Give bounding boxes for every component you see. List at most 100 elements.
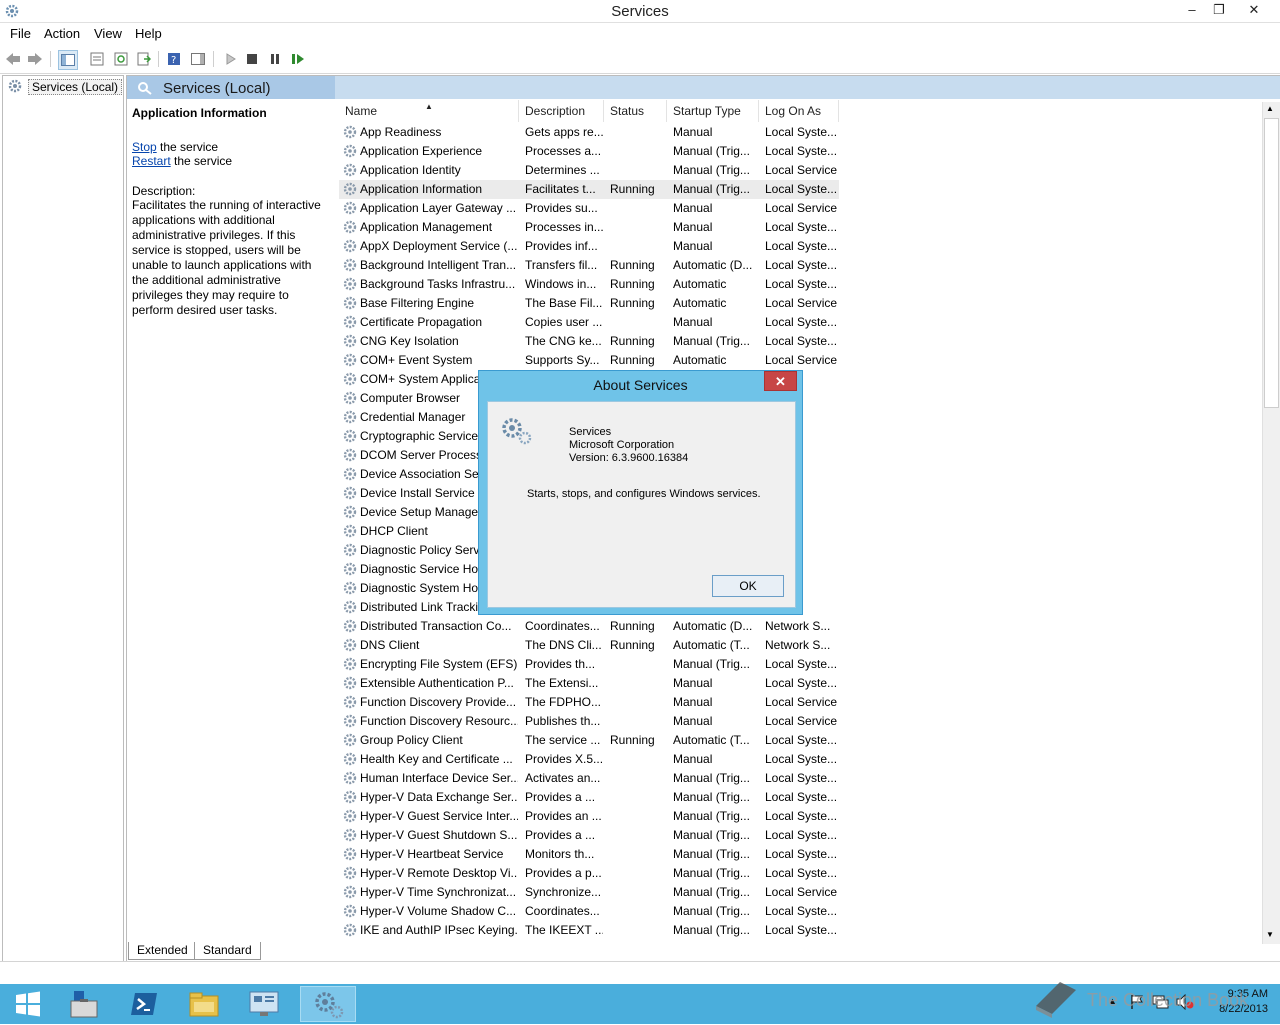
table-row[interactable]: AppX Deployment Service (... Provides inf…: [339, 237, 839, 256]
cell-name: Hyper-V Volume Shadow C...: [360, 904, 517, 918]
menu-help[interactable]: Help: [135, 26, 162, 41]
back-icon[interactable]: [4, 50, 22, 68]
ok-button[interactable]: OK: [712, 575, 784, 597]
cell-log-on-as: Local Syste...: [765, 258, 838, 272]
column-header-startup-type[interactable]: Startup Type: [667, 100, 759, 122]
table-row[interactable]: Human Interface Device Ser... Activates a…: [339, 769, 839, 788]
table-row[interactable]: CNG Key Isolation The CNG ke... Running Man…: [339, 332, 839, 351]
table-row[interactable]: Application Layer Gateway ... Provides su…: [339, 199, 839, 218]
scrollbar-thumb[interactable]: [1264, 118, 1279, 408]
cell-name: Background Tasks Infrastru...: [360, 277, 516, 291]
service-gear-icon: [343, 182, 357, 196]
tab-standard[interactable]: Standard: [194, 942, 261, 960]
service-gear-icon: [343, 524, 357, 538]
table-row[interactable]: Function Discovery Resourc... Publishes t…: [339, 712, 839, 731]
table-row[interactable]: Application Management Processes in... Man…: [339, 218, 839, 237]
column-header-description[interactable]: Description: [519, 100, 604, 122]
table-row[interactable]: IKE and AuthIP IPsec Keying... The IKEEXT…: [339, 921, 839, 940]
refresh-icon[interactable]: [112, 50, 130, 68]
table-row[interactable]: App Readiness Gets apps re... Manual Local …: [339, 123, 839, 142]
cell-log-on-as: Local Syste...: [765, 847, 838, 861]
service-gear-icon: [343, 543, 357, 557]
stop-service-icon[interactable]: [243, 50, 261, 68]
cell-name: Application Management: [360, 220, 493, 234]
cell-description: Gets apps re...: [525, 125, 603, 139]
dialog-close-button[interactable]: ✕: [764, 371, 797, 391]
description-pane: Application Information Stop the service…: [132, 106, 327, 318]
cell-description: Supports Sy...: [525, 353, 600, 367]
properties-icon[interactable]: [88, 50, 106, 68]
control-panel-icon[interactable]: [236, 986, 292, 1022]
tab-extended[interactable]: Extended: [128, 942, 197, 960]
show-hide-console-tree-icon[interactable]: [58, 50, 78, 70]
cell-log-on-as: Local Syste...: [765, 771, 838, 785]
menu-file[interactable]: File: [10, 26, 31, 41]
cell-description: Provides a ...: [525, 828, 596, 842]
column-header-status[interactable]: Status: [604, 100, 667, 122]
table-row[interactable]: Encrypting File System (EFS) Provides th.…: [339, 655, 839, 674]
cell-startup-type: Automatic: [673, 296, 727, 310]
service-gear-icon: [343, 410, 357, 424]
table-row[interactable]: Application Information Facilitates t... R…: [339, 180, 839, 199]
svg-text:?: ?: [171, 55, 176, 66]
show-hide-action-pane-icon[interactable]: [189, 50, 207, 68]
table-row[interactable]: COM+ Event System Supports Sy... Running Au…: [339, 351, 839, 370]
table-row[interactable]: Function Discovery Provide... The FDPHO..…: [339, 693, 839, 712]
start-service-icon[interactable]: [221, 50, 239, 68]
menu-view[interactable]: View: [94, 26, 122, 41]
cell-name: Human Interface Device Ser...: [360, 771, 518, 785]
service-gear-icon: [343, 296, 357, 310]
column-header-log-on-as[interactable]: Log On As: [759, 100, 839, 122]
cell-startup-type: Manual: [673, 676, 713, 690]
table-row[interactable]: Hyper-V Guest Service Inter... Provides a…: [339, 807, 839, 826]
table-row[interactable]: Application Experience Processes a... Manu…: [339, 142, 839, 161]
file-explorer-icon[interactable]: [176, 986, 232, 1022]
column-header-name[interactable]: Name ▲: [339, 100, 519, 122]
table-row[interactable]: Group Policy Client The service ... Runnin…: [339, 731, 839, 750]
windows-start-icon[interactable]: [0, 986, 56, 1022]
server-manager-icon[interactable]: [56, 986, 112, 1022]
cell-name: Hyper-V Time Synchronizat...: [360, 885, 517, 899]
restore-button[interactable]: ❐: [1203, 0, 1235, 20]
powershell-icon[interactable]: [116, 986, 172, 1022]
cell-name: Distributed Transaction Co...: [360, 619, 512, 633]
pause-service-icon[interactable]: [266, 50, 284, 68]
services-icon[interactable]: [300, 986, 356, 1022]
close-button[interactable]: ✕: [1238, 0, 1270, 20]
table-row[interactable]: Hyper-V Heartbeat Service Monitors th... M…: [339, 845, 839, 864]
help-icon[interactable]: ?: [165, 50, 183, 68]
vertical-scrollbar[interactable]: ▲ ▼: [1262, 102, 1280, 944]
stop-service-link[interactable]: Stop: [132, 140, 157, 154]
table-row[interactable]: Background Tasks Infrastru... Windows in.…: [339, 275, 839, 294]
cell-log-on-as: Local Syste...: [765, 334, 838, 348]
table-row[interactable]: Hyper-V Time Synchronizat... Synchronize.…: [339, 883, 839, 902]
about-dialog: About Services ✕ Services Microsoft Corp…: [478, 370, 803, 615]
cell-name: Application Identity: [360, 163, 461, 177]
service-gear-icon: [343, 581, 357, 595]
menu-action[interactable]: Action: [44, 26, 80, 41]
scroll-down-icon[interactable]: ▼: [1266, 930, 1274, 939]
table-row[interactable]: Certificate Propagation Copies user ... Ma…: [339, 313, 839, 332]
table-row[interactable]: Hyper-V Volume Shadow C... Coordinates...…: [339, 902, 839, 921]
table-row[interactable]: Health Key and Certificate ... Provides X…: [339, 750, 839, 769]
table-row[interactable]: DNS Client The DNS Cli... Running Automatic…: [339, 636, 839, 655]
cell-log-on-as: Local Service: [765, 695, 838, 709]
cell-description: Provides th...: [525, 657, 596, 671]
cell-name: Hyper-V Guest Service Inter...: [360, 809, 518, 823]
table-row[interactable]: Background Intelligent Tran... Transfers …: [339, 256, 839, 275]
scroll-up-icon[interactable]: ▲: [1266, 104, 1274, 113]
export-list-icon[interactable]: [135, 50, 153, 68]
resume-service-icon[interactable]: [289, 50, 307, 68]
table-row[interactable]: Hyper-V Data Exchange Ser... Provides a .…: [339, 788, 839, 807]
forward-icon[interactable]: [26, 50, 44, 68]
table-row[interactable]: Hyper-V Remote Desktop Vi... Provides a p…: [339, 864, 839, 883]
restart-service-link[interactable]: Restart: [132, 154, 171, 168]
table-row[interactable]: Base Filtering Engine The Base Fil... Runn…: [339, 294, 839, 313]
cell-log-on-as: Network S...: [765, 619, 831, 633]
table-row[interactable]: Extensible Authentication P... The Extens…: [339, 674, 839, 693]
tree-item-services-local[interactable]: Services (Local): [7, 79, 123, 95]
table-row[interactable]: Distributed Transaction Co... Coordinates…: [339, 617, 839, 636]
table-row[interactable]: Hyper-V Guest Shutdown S... Provides a ..…: [339, 826, 839, 845]
cell-name: DNS Client: [360, 638, 420, 652]
table-row[interactable]: Application Identity Determines ... Manual…: [339, 161, 839, 180]
